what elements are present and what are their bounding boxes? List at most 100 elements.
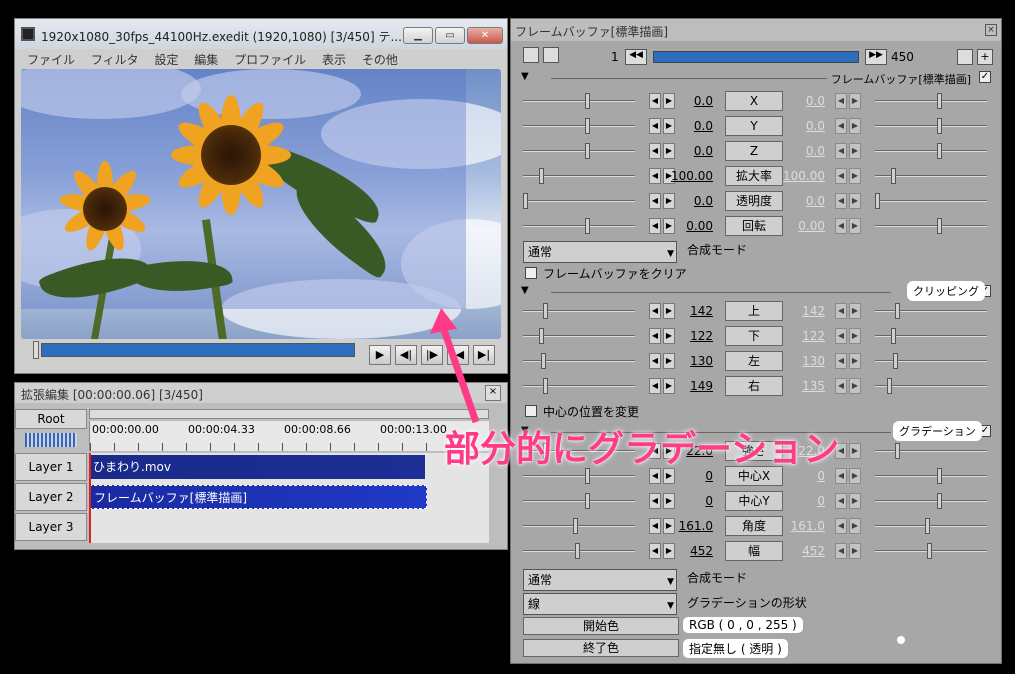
property-track[interactable] — [523, 475, 635, 477]
scale-control[interactable] — [25, 433, 77, 447]
property-slider-thumb-end[interactable] — [895, 443, 900, 459]
property-track-end[interactable] — [875, 100, 987, 102]
collapse-icon[interactable]: ▼ — [521, 285, 529, 296]
property-slider-thumb-end[interactable] — [937, 118, 942, 134]
property-slider-thumb-end[interactable] — [937, 493, 942, 509]
property-slider-thumb[interactable] — [573, 518, 578, 534]
frame-slider[interactable] — [653, 51, 859, 63]
property-track[interactable] — [523, 100, 635, 102]
menu-profile[interactable]: プロファイル — [234, 51, 306, 68]
decrement-button[interactable]: ◀ — [835, 168, 847, 184]
gradient-shape-select[interactable]: 線 ▼ — [523, 593, 677, 615]
property-slider-thumb[interactable] — [523, 193, 528, 209]
property-track-end[interactable] — [875, 450, 987, 452]
property-track[interactable] — [523, 225, 635, 227]
property-end-value[interactable]: 452 — [775, 544, 825, 558]
property-slider-thumb[interactable] — [539, 328, 544, 344]
frame-prev-button[interactable]: ◀◀ — [625, 49, 647, 65]
property-track[interactable] — [523, 360, 635, 362]
frame-next-button[interactable]: ▶▶ — [865, 49, 887, 65]
clear-checkbox[interactable] — [525, 267, 537, 279]
increment-button[interactable]: ▶ — [849, 218, 861, 234]
property-value[interactable]: 142 — [663, 304, 713, 318]
minimize-button[interactable]: ▁ — [403, 27, 433, 44]
property-value[interactable]: 0.0 — [663, 94, 713, 108]
decrement-button[interactable]: ◀ — [835, 378, 847, 394]
decrement-button[interactable]: ◀ — [835, 93, 847, 109]
property-slider-thumb[interactable] — [543, 303, 548, 319]
settings-icon[interactable] — [957, 49, 973, 65]
property-slider-thumb-end[interactable] — [925, 518, 930, 534]
property-value[interactable]: 452 — [663, 544, 713, 558]
property-track[interactable] — [523, 150, 635, 152]
decrement-button[interactable]: ◀ — [649, 168, 661, 184]
frame-icon[interactable] — [543, 47, 559, 63]
layer-1-header[interactable]: Layer 1 — [15, 453, 87, 481]
close-button[interactable]: ✕ — [467, 27, 503, 44]
clip-framebuffer[interactable]: フレームバッファ[標準描画] — [89, 485, 427, 509]
decrement-button[interactable]: ◀ — [649, 118, 661, 134]
property-slider-thumb-end[interactable] — [893, 353, 898, 369]
property-end-value[interactable]: 0.00 — [775, 219, 825, 233]
preview-titlebar[interactable]: 1920x1080_30fps_44100Hz.exedit (1920,108… — [15, 19, 507, 49]
increment-button[interactable]: ▶ — [849, 468, 861, 484]
increment-button[interactable]: ▶ — [849, 143, 861, 159]
decrement-button[interactable]: ◀ — [649, 328, 661, 344]
property-slider-thumb-end[interactable] — [891, 328, 896, 344]
property-end-value[interactable]: 0.0 — [775, 144, 825, 158]
prev-frame-button[interactable]: ◀| — [395, 345, 417, 365]
property-value[interactable]: 161.0 — [663, 519, 713, 533]
add-filter-icon[interactable]: + — [977, 49, 993, 65]
maximize-button[interactable]: ▭ — [435, 27, 465, 44]
video-preview[interactable] — [21, 69, 501, 339]
property-track[interactable] — [523, 200, 635, 202]
property-track-end[interactable] — [875, 125, 987, 127]
increment-button[interactable]: ▶ — [849, 378, 861, 394]
property-slider-thumb[interactable] — [541, 353, 546, 369]
menu-view[interactable]: 表示 — [322, 51, 346, 68]
decrement-button[interactable]: ◀ — [649, 518, 661, 534]
property-end-value[interactable]: 161.0 — [775, 519, 825, 533]
property-end-value[interactable]: 0.0 — [775, 94, 825, 108]
seek-handle[interactable] — [33, 341, 39, 359]
playhead[interactable] — [89, 453, 91, 543]
property-end-value[interactable]: 0 — [775, 494, 825, 508]
property-slider-thumb[interactable] — [585, 218, 590, 234]
decrement-button[interactable]: ◀ — [835, 493, 847, 509]
decrement-button[interactable]: ◀ — [649, 218, 661, 234]
increment-button[interactable]: ▶ — [849, 93, 861, 109]
increment-button[interactable]: ▶ — [849, 518, 861, 534]
clip-himawari[interactable]: ひまわり.mov — [89, 455, 425, 479]
property-value[interactable]: 100.00 — [663, 169, 713, 183]
property-value[interactable]: 122 — [663, 329, 713, 343]
property-value[interactable]: 0 — [663, 494, 713, 508]
property-slider-thumb-end[interactable] — [937, 468, 942, 484]
panel-close-icon[interactable]: × — [985, 24, 997, 36]
property-end-value[interactable]: 0.0 — [775, 194, 825, 208]
decrement-button[interactable]: ◀ — [835, 328, 847, 344]
property-track-end[interactable] — [875, 475, 987, 477]
property-end-value[interactable]: 135 — [775, 379, 825, 393]
property-track-end[interactable] — [875, 310, 987, 312]
property-track[interactable] — [523, 500, 635, 502]
property-track-end[interactable] — [875, 500, 987, 502]
end-color-button[interactable]: 終了色 — [523, 639, 679, 657]
play-button[interactable]: ▶ — [369, 345, 391, 365]
property-slider-thumb[interactable] — [585, 93, 590, 109]
decrement-button[interactable]: ◀ — [649, 378, 661, 394]
increment-button[interactable]: ▶ — [849, 118, 861, 134]
increment-button[interactable]: ▶ — [849, 328, 861, 344]
property-slider-thumb[interactable] — [575, 543, 580, 559]
property-track-end[interactable] — [875, 225, 987, 227]
property-slider-thumb-end[interactable] — [937, 93, 942, 109]
property-slider-thumb-end[interactable] — [887, 378, 892, 394]
property-track-end[interactable] — [875, 150, 987, 152]
property-track[interactable] — [523, 310, 635, 312]
property-value[interactable]: 0.00 — [663, 219, 713, 233]
property-track[interactable] — [523, 125, 635, 127]
decrement-button[interactable]: ◀ — [835, 353, 847, 369]
seek-bar[interactable] — [41, 343, 355, 357]
increment-button[interactable]: ▶ — [849, 353, 861, 369]
property-track-end[interactable] — [875, 200, 987, 202]
decrement-button[interactable]: ◀ — [649, 493, 661, 509]
